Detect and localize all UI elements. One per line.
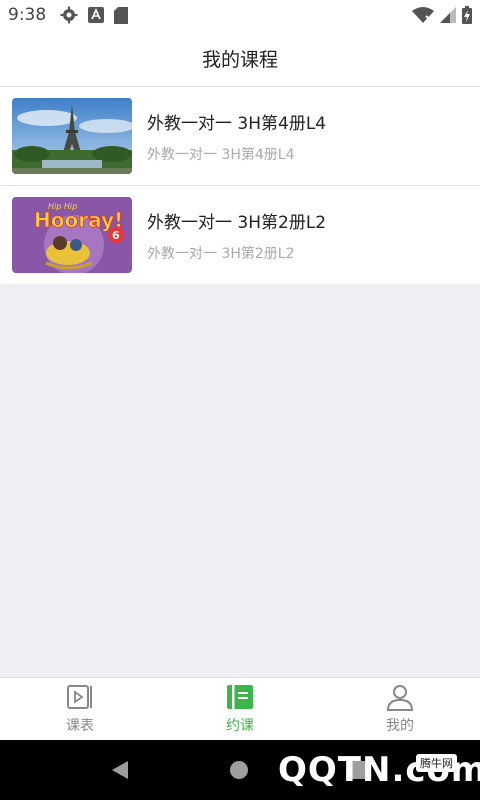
person-icon <box>386 685 414 711</box>
wifi-icon <box>412 7 434 23</box>
status-time: 9:38 <box>8 5 47 25</box>
course-title: 外教一对一 3H第2册L2 <box>147 212 327 233</box>
tab-label: 我的 <box>386 718 414 734</box>
watermark-badge: 腾牛网 <box>416 754 457 772</box>
course-thumbnail-hooray: Hip Hip Hooray! 6 <box>12 197 132 273</box>
course-item[interactable]: 外教一对一 3H第4册L4 外教一对一 3H第4册L4 <box>0 87 480 186</box>
tab-me[interactable]: 我的 <box>320 678 480 740</box>
book-icon <box>227 685 253 709</box>
cover-number: 6 <box>112 229 120 242</box>
tab-book-class[interactable]: 约课 <box>160 678 320 740</box>
status-bar: 9:38 <box>0 0 480 30</box>
settings-icon <box>60 6 78 24</box>
tab-label: 约课 <box>226 718 254 734</box>
app-header: 我的课程 <box>0 30 480 87</box>
course-thumbnail-eiffel <box>12 98 132 174</box>
page-title: 我的课程 <box>201 48 278 71</box>
course-subtitle: 外教一对一 3H第2册L2 <box>147 245 295 262</box>
bottom-tab-bar: 课表 约课 我的 <box>0 677 480 740</box>
course-title: 外教一对一 3H第4册L4 <box>147 113 327 134</box>
sd-card-icon <box>114 6 129 24</box>
signal-icon <box>440 7 456 23</box>
app-a-icon <box>88 7 105 23</box>
home-icon[interactable] <box>230 761 248 779</box>
cover-title: Hooray! <box>34 208 123 232</box>
watermark: QQTN.com 腾牛网 <box>274 744 480 796</box>
tab-schedule[interactable]: 课表 <box>0 678 160 740</box>
tab-label: 课表 <box>66 718 94 734</box>
video-schedule-icon <box>67 685 92 709</box>
battery-icon <box>462 6 472 24</box>
course-item[interactable]: Hip Hip Hooray! 6 外教一对一 3H第2册L2 外教一对一 3H… <box>0 186 480 284</box>
back-icon[interactable] <box>110 760 130 780</box>
course-subtitle: 外教一对一 3H第4册L4 <box>147 146 295 163</box>
course-list: 外教一对一 3H第4册L4 外教一对一 3H第4册L4 Hip Hip Hoor… <box>0 87 480 284</box>
